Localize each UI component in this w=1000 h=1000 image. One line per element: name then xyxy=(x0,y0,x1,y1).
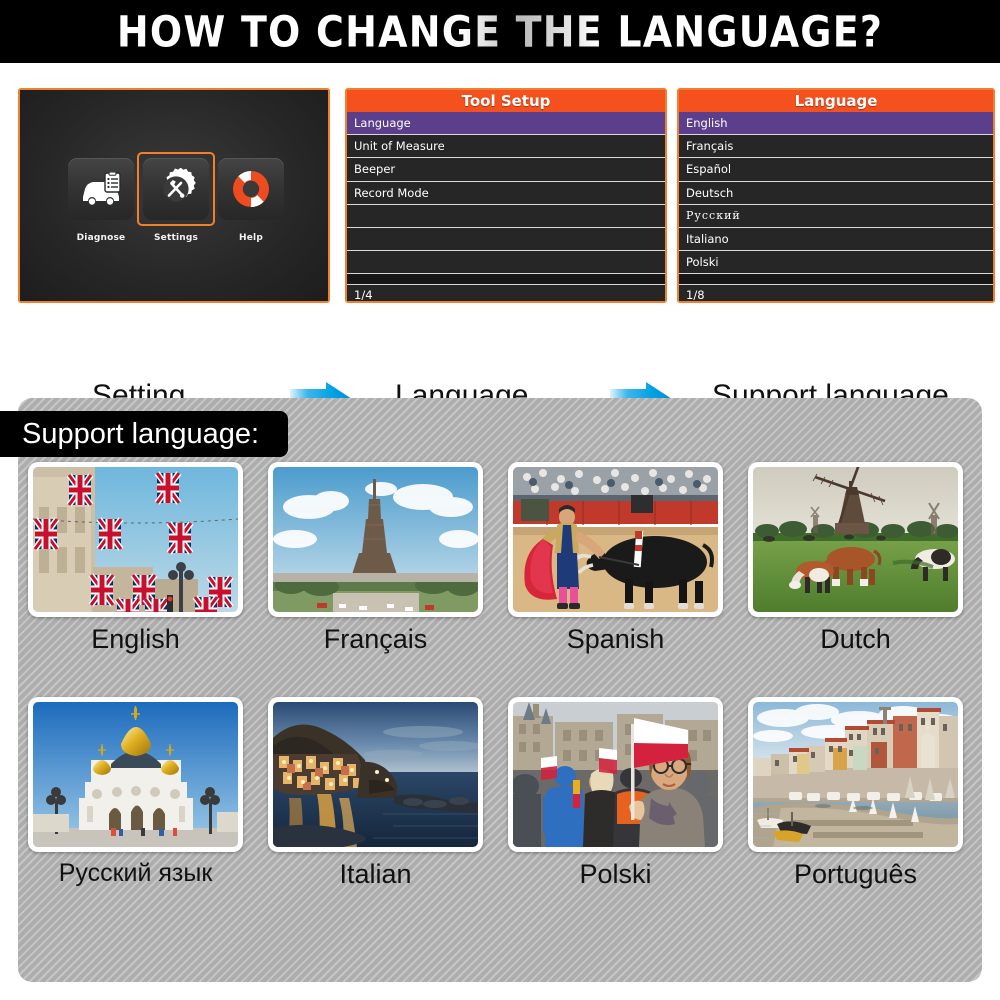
language-photo-frame xyxy=(748,462,963,617)
device-home-screen: Diagnose Settings Help xyxy=(18,88,330,303)
support-language-label-text: Support language: xyxy=(22,417,260,450)
photo-moscow-cathedral xyxy=(33,702,238,847)
photo-polish-flag-crowd-krakow xyxy=(513,702,718,847)
settings-selection-highlight xyxy=(137,152,215,226)
language-photo-frame xyxy=(508,462,723,617)
menu-item-empty xyxy=(347,251,665,275)
language-card-english[interactable]: English xyxy=(28,462,243,655)
language-list: English Français Español Deutsch Русский… xyxy=(679,112,993,301)
language-item-english[interactable]: English xyxy=(679,112,993,136)
language-card-dutch[interactable]: Dutch xyxy=(748,462,963,655)
language-item-deutsch[interactable]: Deutsch xyxy=(679,181,993,205)
language-card-italian[interactable]: Italian xyxy=(268,697,483,890)
language-card-grid: English Français Spanish Dutch Русский я… xyxy=(18,462,982,932)
language-item-russian[interactable]: Русский xyxy=(679,204,993,228)
language-card-francais[interactable]: Français xyxy=(268,462,483,655)
photo-bullfighter-and-bull xyxy=(513,467,718,612)
photo-dutch-windmill-cows xyxy=(753,467,958,612)
language-card-label: Italian xyxy=(339,859,412,889)
language-page-indicator: 1/8 xyxy=(679,284,993,301)
language-photo-frame xyxy=(268,697,483,852)
photo-eiffel-tower-paris xyxy=(273,467,478,612)
home-tile-help[interactable] xyxy=(218,158,284,220)
language-card-label: Français xyxy=(323,624,428,654)
menu-item-record-mode[interactable]: Record Mode xyxy=(347,181,665,205)
language-card-label: Spanish xyxy=(566,624,665,654)
home-tile-diagnose[interactable] xyxy=(68,158,134,220)
language-screen: Language English Français Español Deutsc… xyxy=(677,88,995,303)
language-card-label: Dutch xyxy=(820,624,891,654)
tool-setup-title: Tool Setup xyxy=(347,90,665,112)
language-photo-frame xyxy=(268,462,483,617)
language-photo-frame xyxy=(28,462,243,617)
language-card-label: Polski xyxy=(579,859,652,889)
language-card-label: Русский язык xyxy=(58,859,213,887)
language-card-label: English xyxy=(91,624,180,654)
language-card-label: Português xyxy=(793,859,918,889)
page-title: HOW TO CHANGE THE LANGUAGE? xyxy=(0,0,1000,67)
language-card-spanish[interactable]: Spanish xyxy=(508,462,723,655)
menu-item-empty xyxy=(347,227,665,252)
language-photo-frame xyxy=(748,697,963,852)
language-card-polski[interactable]: Polski xyxy=(508,697,723,890)
language-card-russian[interactable]: Русский язык xyxy=(28,697,243,888)
menu-item-language[interactable]: Language xyxy=(347,112,665,136)
home-screen-background: Diagnose Settings Help xyxy=(20,90,328,301)
header-banner: HOW TO CHANGE THE LANGUAGE? xyxy=(0,0,1000,63)
language-item-italiano[interactable]: Italiano xyxy=(679,227,993,252)
photo-porto-riverside-douro xyxy=(753,702,958,847)
menu-item-beeper[interactable]: Beeper xyxy=(347,158,665,182)
language-item-polski[interactable]: Polski xyxy=(679,251,993,275)
language-photo-frame xyxy=(28,697,243,852)
language-title: Language xyxy=(679,90,993,112)
car-clipboard-icon xyxy=(83,172,121,205)
photo-cinque-terre-dusk xyxy=(273,702,478,847)
language-item-francais[interactable]: Français xyxy=(679,135,993,159)
support-language-label: Support language: xyxy=(0,411,288,457)
tool-setup-screen: Tool Setup Language Unit of Measure Beep… xyxy=(345,88,667,303)
language-photo-frame xyxy=(508,697,723,852)
home-tile-label-help: Help xyxy=(239,233,263,243)
language-item-espanol[interactable]: Español xyxy=(679,158,993,182)
tool-setup-page-indicator: 1/4 xyxy=(347,284,665,301)
tool-setup-list: Language Unit of Measure Beeper Record M… xyxy=(347,112,665,301)
life-ring-icon xyxy=(233,171,269,207)
menu-item-unit-of-measure[interactable]: Unit of Measure xyxy=(347,135,665,159)
photo-london-union-jack-flags xyxy=(33,467,238,612)
language-card-portugues[interactable]: Português xyxy=(748,697,963,890)
workflow-row: Diagnose Settings Help Tool Setup Langua… xyxy=(0,70,1000,416)
menu-item-empty xyxy=(347,204,665,228)
